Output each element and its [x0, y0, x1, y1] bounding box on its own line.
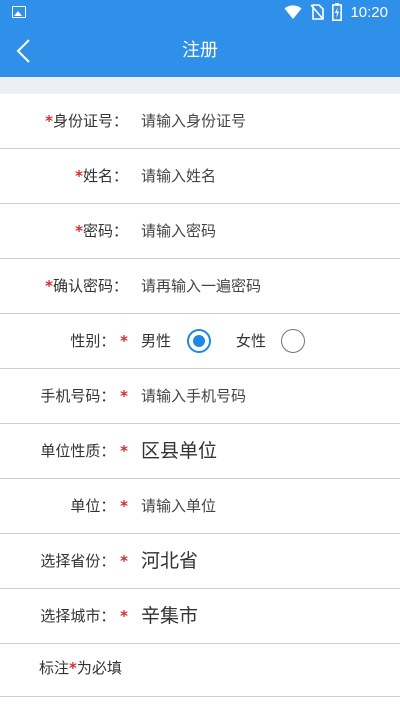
name-label: *姓名：	[75, 167, 128, 185]
unit-row: 单位： * 请输入单位	[0, 479, 400, 534]
phone-row: 手机号码： * 请输入手机号码	[0, 369, 400, 424]
page-title: 注册	[182, 40, 218, 61]
city-label: 选择城市： *	[40, 607, 128, 625]
no-sim-icon	[310, 4, 325, 20]
id-number-label: *身份证号：	[45, 112, 128, 130]
name-input[interactable]: 请输入姓名	[141, 149, 216, 203]
confirm-password-row: *确认密码： 请再输入一遍密码	[0, 259, 400, 314]
province-row: 选择省份： * 河北省	[0, 534, 400, 589]
id-number-input[interactable]: 请输入身份证号	[141, 94, 246, 148]
wifi-icon	[284, 5, 302, 19]
unit-type-label: 单位性质： *	[40, 442, 128, 460]
province-select[interactable]: 河北省	[141, 534, 198, 588]
city-row: 选择城市： * 辛集市	[0, 589, 400, 644]
battery-charging-icon	[332, 3, 343, 21]
divider	[0, 696, 400, 697]
unit-type-row: 单位性质： * 区县单位	[0, 424, 400, 479]
status-bar: 10:20	[0, 0, 400, 25]
unit-input[interactable]: 请输入单位	[141, 479, 216, 533]
app-bar: 注册	[0, 25, 400, 77]
required-note: 标注*为必填	[39, 659, 122, 677]
gender-male-label[interactable]: 男性	[141, 314, 171, 368]
id-number-row: *身份证号： 请输入身份证号	[0, 94, 400, 149]
province-label: 选择省份： *	[40, 552, 128, 570]
status-icons: 10:20	[284, 3, 388, 21]
unit-label: 单位： *	[70, 497, 128, 515]
gender-male-radio[interactable]	[187, 329, 211, 353]
gender-label: 性别： *	[70, 332, 128, 350]
unit-type-select[interactable]: 区县单位	[141, 424, 217, 478]
name-row: *姓名： 请输入姓名	[0, 149, 400, 204]
password-input[interactable]: 请输入密码	[141, 204, 216, 258]
section-gap	[0, 77, 400, 94]
phone-input[interactable]: 请输入手机号码	[141, 369, 246, 423]
password-row: *密码： 请输入密码	[0, 204, 400, 259]
gender-female-radio[interactable]	[281, 329, 305, 353]
gender-row: 性别： * 男性 女性	[0, 314, 400, 369]
confirm-password-label: *确认密码：	[45, 277, 128, 295]
clock: 10:20	[350, 3, 388, 21]
confirm-password-input[interactable]: 请再输入一遍密码	[141, 259, 261, 313]
city-select[interactable]: 辛集市	[141, 589, 198, 643]
image-icon	[12, 6, 26, 18]
password-label: *密码：	[75, 222, 128, 240]
gender-female-label[interactable]: 女性	[236, 314, 266, 368]
phone-label: 手机号码： *	[40, 387, 128, 405]
